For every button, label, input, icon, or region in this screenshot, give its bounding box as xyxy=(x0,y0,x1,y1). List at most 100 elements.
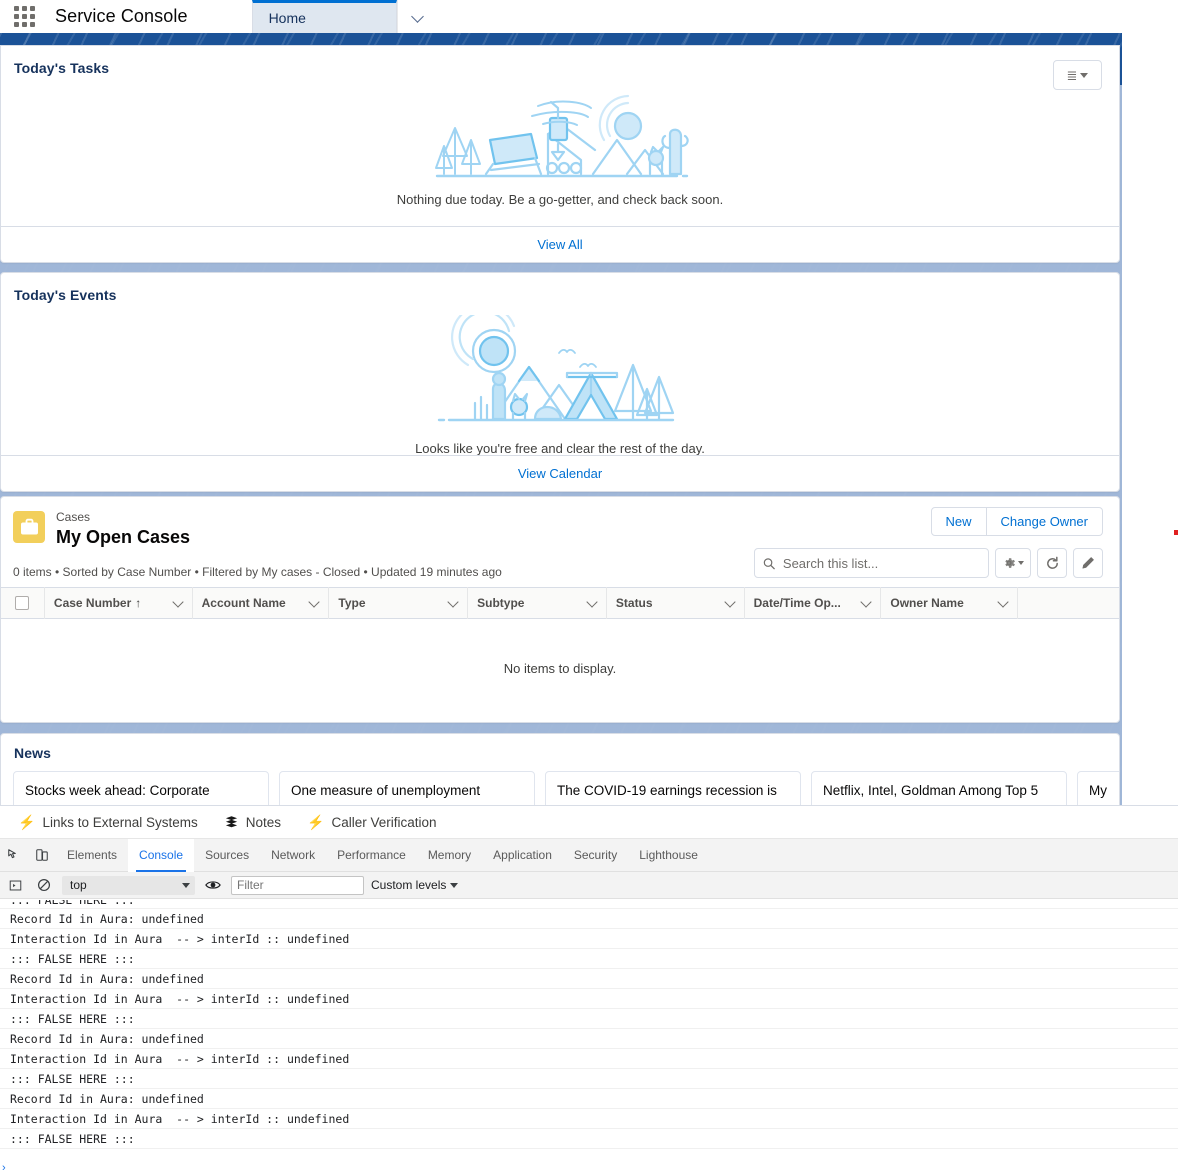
mountain-tent-sun-illustration xyxy=(437,315,675,422)
triangle-down-icon xyxy=(1080,72,1089,78)
clear-console-button[interactable] xyxy=(33,874,55,896)
sort-list-icon: ≣ xyxy=(1066,67,1078,83)
console-filter-input[interactable] xyxy=(231,875,364,895)
devtools-tab-memory[interactable]: Memory xyxy=(417,839,482,872)
search-this-list-box[interactable] xyxy=(754,548,989,578)
view-calendar-link[interactable]: View Calendar xyxy=(518,466,602,481)
app-launcher-button[interactable] xyxy=(0,0,48,33)
log-line: Record Id in Aura: undefined xyxy=(0,909,1178,929)
lightning-bolt-icon: ⚡ xyxy=(307,813,325,830)
utility-item-links-to-external-systems[interactable]: ⚡ Links to External Systems xyxy=(6,805,210,839)
object-label: Cases xyxy=(56,510,91,524)
column-header-subtype[interactable]: Subtype xyxy=(467,587,606,619)
log-line: ::: FALSE HERE ::: xyxy=(0,900,1178,909)
column-header-owner-name[interactable]: Owner Name xyxy=(880,587,1017,619)
edit-list-button[interactable] xyxy=(1073,548,1103,578)
list-view-meta: 0 items • Sorted by Case Number • Filter… xyxy=(13,565,502,579)
log-line: ::: FALSE HERE ::: xyxy=(0,1009,1178,1029)
devtools-tab-security[interactable]: Security xyxy=(563,839,628,872)
search-icon xyxy=(763,557,775,569)
cases-table-body: No items to display. xyxy=(1,619,1119,718)
devtools-tab-console[interactable]: Console xyxy=(128,838,195,872)
todays-tasks-title: Today's Tasks xyxy=(14,60,110,76)
service-console-page: Service Console Home Today's Tasks ≣ Not… xyxy=(0,0,1178,1176)
column-label: Case Number xyxy=(53,596,132,610)
case-briefcase-icon xyxy=(13,511,45,543)
console-prompt-caret: › xyxy=(2,1162,6,1174)
inspect-element-button[interactable] xyxy=(0,839,28,872)
select-all-checkbox[interactable] xyxy=(1,596,44,610)
inspect-element-icon xyxy=(8,849,16,859)
tasks-card-footer: View All xyxy=(1,226,1119,262)
console-log-output[interactable]: ::: FALSE HERE ::: Record Id in Aura: un… xyxy=(0,900,1178,1176)
list-view-settings-button[interactable] xyxy=(995,548,1031,578)
cases-list-view-card: Cases My Open Cases 0 items • Sorted by … xyxy=(0,496,1120,723)
list-view-actions: New Change Owner xyxy=(930,507,1103,536)
devtools-tab-elements[interactable]: Elements xyxy=(56,839,128,872)
utility-item-notes[interactable]: Notes xyxy=(212,805,293,839)
column-header-status[interactable]: Status xyxy=(605,587,744,619)
live-expression-eye-icon xyxy=(205,881,221,889)
change-owner-button[interactable]: Change Owner xyxy=(986,507,1103,536)
utility-bar: ⚡ Links to External Systems Notes ⚡ Call… xyxy=(0,805,1178,839)
tasks-illustration-wrap xyxy=(1,76,1119,178)
context-value: top xyxy=(70,878,87,892)
device-toolbar-button[interactable] xyxy=(28,839,56,872)
column-header-date-time-opened[interactable]: Date/Time Op... xyxy=(743,587,881,619)
live-expression-button[interactable] xyxy=(202,874,224,896)
devtools-tab-sources[interactable]: Sources xyxy=(194,839,260,872)
column-header-type[interactable]: Type xyxy=(328,587,467,619)
tasks-sort-button[interactable]: ≣ xyxy=(1053,60,1102,90)
log-line: Interaction Id in Aura -- > interId :: u… xyxy=(0,1109,1178,1129)
chevron-down-icon xyxy=(449,598,459,608)
refresh-icon xyxy=(1046,556,1058,569)
chevron-down-icon xyxy=(413,11,424,22)
utility-item-label: Links to External Systems xyxy=(42,814,198,830)
refresh-list-button[interactable] xyxy=(1037,548,1067,578)
console-toolbar: top Custom levels xyxy=(0,872,1178,899)
utility-item-caller-verification[interactable]: ⚡ Caller Verification xyxy=(295,805,448,839)
global-header: Service Console Home xyxy=(0,0,1178,33)
devtools-tab-application[interactable]: Application xyxy=(482,839,563,872)
column-header-account-name[interactable]: Account Name xyxy=(191,587,329,619)
log-line: Interaction Id in Aura -- > interId :: u… xyxy=(0,929,1178,949)
triangle-down-icon xyxy=(450,882,459,888)
events-empty-message: Looks like you're free and clear the res… xyxy=(415,441,705,456)
chrome-devtools-panel: Elements Console Sources Network Perform… xyxy=(0,838,1178,1176)
tab-dropdown-button[interactable] xyxy=(396,0,440,33)
mouse-cursor-marker xyxy=(1174,530,1178,535)
log-line: ::: FALSE HERE ::: xyxy=(0,1129,1178,1149)
view-all-tasks-link[interactable]: View All xyxy=(537,237,582,252)
column-label: Type xyxy=(338,596,366,610)
javascript-context-select[interactable]: top xyxy=(62,875,195,895)
devtools-tab-network[interactable]: Network xyxy=(260,839,326,872)
tasks-empty-message: Nothing due today. Be a go-getter, and c… xyxy=(396,192,724,207)
news-card: News Stocks week ahead: Corporate earnin… xyxy=(0,733,1120,815)
todays-events-card: Today's Events Looks like you're free an… xyxy=(0,272,1120,492)
console-sidebar-toggle-button[interactable] xyxy=(4,874,26,896)
list-view-titles: Cases My Open Cases xyxy=(56,510,190,549)
todays-events-title: Today's Events xyxy=(14,287,117,303)
sort-ascending-icon: ↑ xyxy=(135,596,142,610)
column-header-actions xyxy=(1017,587,1119,619)
lightning-bolt-icon: ⚡ xyxy=(18,813,36,830)
todays-tasks-card: Today's Tasks ≣ Nothing due today. Be a … xyxy=(0,45,1120,263)
search-input[interactable] xyxy=(780,554,980,572)
log-line: Record Id in Aura: undefined xyxy=(0,1089,1178,1109)
column-label: Owner Name xyxy=(890,596,964,610)
list-view-tools xyxy=(754,548,1103,578)
notes-icon xyxy=(225,815,237,827)
list-view-name[interactable]: My Open Cases xyxy=(56,525,190,549)
device-toolbar-icon xyxy=(36,849,48,861)
devtools-tab-lighthouse[interactable]: Lighthouse xyxy=(628,839,709,872)
chevron-down-icon xyxy=(310,598,320,608)
chevron-down-icon xyxy=(862,598,872,608)
app-name-label: Service Console xyxy=(55,6,188,26)
console-log-levels-select[interactable]: Custom levels xyxy=(371,878,459,892)
log-line: ::: FALSE HERE ::: xyxy=(0,949,1178,969)
new-case-button[interactable]: New xyxy=(930,507,987,536)
column-header-case-number[interactable]: Case Number ↑ xyxy=(43,587,192,619)
tab-home[interactable]: Home xyxy=(251,0,397,33)
column-label: Status xyxy=(615,596,653,610)
devtools-tab-performance[interactable]: Performance xyxy=(326,839,417,872)
